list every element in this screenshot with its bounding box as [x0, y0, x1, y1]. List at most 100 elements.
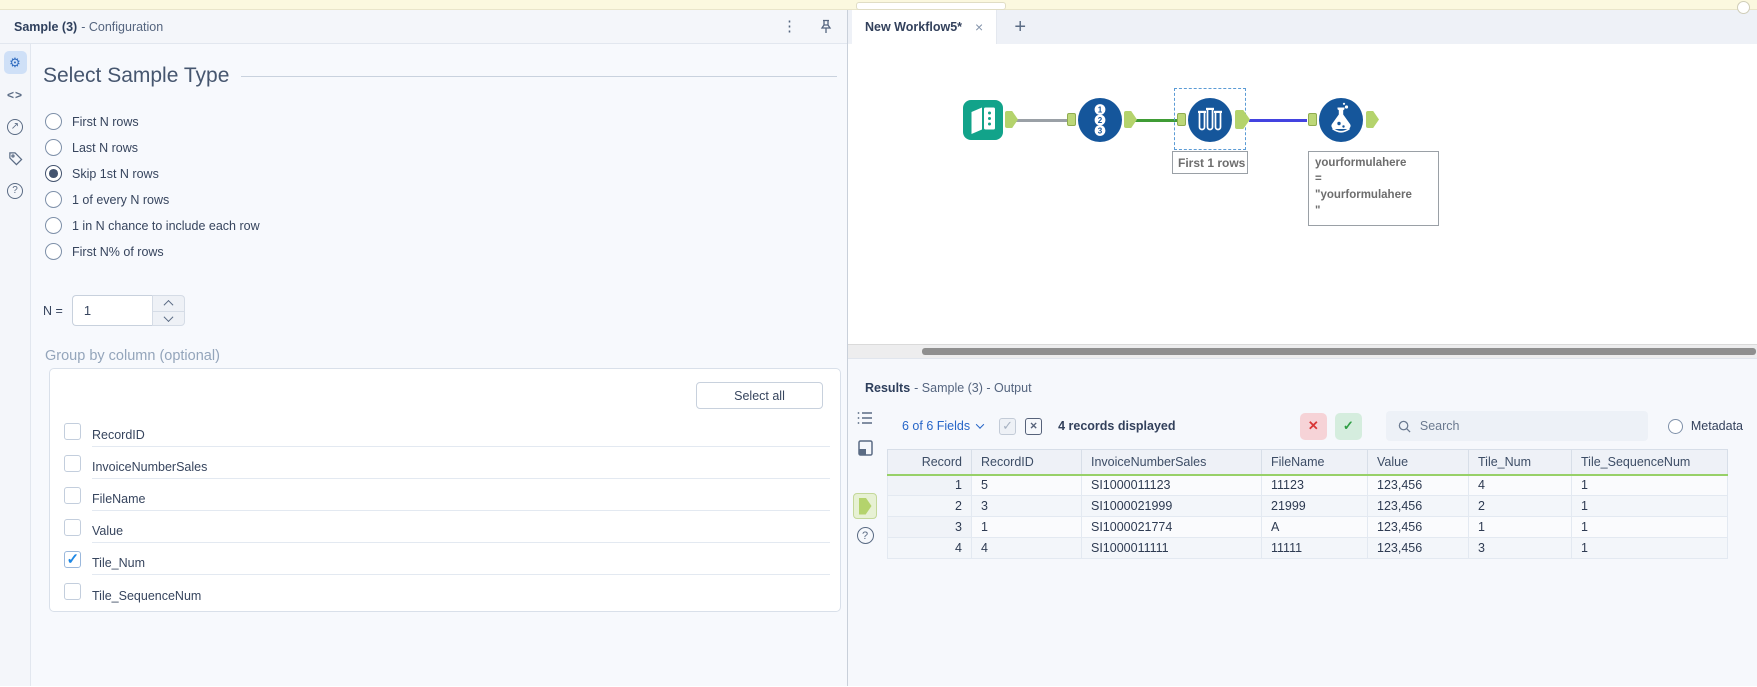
- new-tab-button[interactable]: +: [997, 10, 1043, 44]
- sample-input-anchor[interactable]: [1177, 113, 1186, 126]
- output-anchor-icon: [858, 497, 872, 515]
- column-option-tile-num[interactable]: Tile_Num: [64, 543, 830, 575]
- radio-skip-1st-n-rows[interactable]: Skip 1st N rows: [45, 165, 841, 182]
- ribbon-fragment-circle: [1737, 1, 1750, 14]
- table-view-icon[interactable]: [857, 411, 873, 430]
- results-panel: Results - Sample (3) - Output ? 6 of 6 F…: [848, 358, 1757, 686]
- results-icon-rail: ?: [848, 403, 882, 686]
- search-box: [1385, 411, 1648, 441]
- radio-1-of-every-n-rows[interactable]: 1 of every N rows: [45, 191, 841, 208]
- code-icon[interactable]: <>: [4, 83, 27, 106]
- scrollbar-thumb[interactable]: [922, 348, 1756, 355]
- sample-tool[interactable]: [1188, 98, 1232, 147]
- col-header-invoicenumbersales[interactable]: InvoiceNumberSales: [1081, 449, 1262, 476]
- group-by-label: Group by column (optional): [45, 348, 220, 364]
- metadata-radio[interactable]: Metadata: [1667, 418, 1743, 434]
- table-row[interactable]: 4 4 SI1000011111 11111 123,456 3 1: [887, 537, 1728, 559]
- cut-off-ribbon: [0, 0, 1757, 14]
- title-rule: [241, 75, 837, 77]
- results-table: Record RecordID InvoiceNumberSales FileN…: [887, 449, 1728, 559]
- results-title: Results: [865, 381, 911, 395]
- select-all-cells-icon[interactable]: [999, 417, 1017, 435]
- group-by-column-box: Select all RecordID InvoiceNumberSales F…: [49, 368, 841, 612]
- checkbox: [64, 486, 81, 504]
- radio-circle: [45, 139, 62, 156]
- radio-circle: [45, 217, 62, 234]
- column-option-invoicenumbersales[interactable]: InvoiceNumberSales: [64, 447, 830, 479]
- radio-circle: [45, 191, 62, 208]
- clear-selection-icon[interactable]: ✕: [1025, 417, 1043, 435]
- group-by-column-list: RecordID InvoiceNumberSales FileName Val…: [64, 415, 830, 607]
- tag-icon[interactable]: [4, 147, 27, 170]
- ribbon-fragment: [856, 2, 1006, 10]
- config-title: Sample (3): [14, 19, 78, 34]
- fields-dropdown[interactable]: 6 of 6 Fields: [902, 419, 985, 433]
- svg-text:3: 3: [1098, 126, 1103, 135]
- close-tab-icon[interactable]: ×: [975, 19, 983, 35]
- col-header-record[interactable]: Record: [887, 449, 972, 476]
- table-header-row: Record RecordID InvoiceNumberSales FileN…: [887, 449, 1728, 476]
- wire-recordid-to-sample: [1135, 119, 1177, 122]
- recordid-input-anchor[interactable]: [1067, 113, 1076, 126]
- radio-circle: [45, 113, 62, 130]
- input-output-anchor[interactable]: [1005, 111, 1018, 128]
- radio-first-n-rows[interactable]: First N rows: [45, 113, 841, 130]
- wire-input-to-recordid: [1014, 119, 1068, 122]
- table-row[interactable]: 3 1 SI1000021774 A 123,456 1 1: [887, 516, 1728, 538]
- checkbox-checked: [64, 550, 81, 568]
- radio-circle: [1667, 418, 1683, 434]
- stepper-up-button[interactable]: [151, 295, 185, 311]
- workflow-canvas[interactable]: 1 2 3 First 1 rows yourformulahere = "yo…: [848, 44, 1757, 344]
- configuration-panel-header: Sample (3) - Configuration ⋮: [0, 10, 847, 44]
- sample-annotation[interactable]: First 1 rows: [1172, 151, 1248, 174]
- column-option-recordid[interactable]: RecordID: [64, 415, 830, 447]
- col-header-filename[interactable]: FileName: [1261, 449, 1368, 476]
- n-value-input[interactable]: [71, 295, 152, 326]
- radio-circle: [45, 243, 62, 260]
- wire-sample-to-formula: [1249, 119, 1307, 122]
- search-icon: [1398, 420, 1411, 433]
- col-header-value[interactable]: Value: [1367, 449, 1469, 476]
- formula-input-anchor[interactable]: [1308, 113, 1317, 126]
- radio-last-n-rows[interactable]: Last N rows: [45, 139, 841, 156]
- config-content: Select Sample Type First N rows Last N r…: [31, 44, 851, 686]
- stepper-down-button[interactable]: [151, 310, 185, 326]
- checkbox: [64, 454, 81, 472]
- input-data-tool[interactable]: [963, 100, 1003, 145]
- gear-icon[interactable]: ⚙: [3, 51, 27, 74]
- overflow-menu-icon[interactable]: ⋮: [782, 19, 797, 34]
- radio-1-in-n-chance[interactable]: 1 in N chance to include each row: [45, 217, 841, 234]
- svg-text:2: 2: [1098, 116, 1103, 125]
- radio-first-n-percent[interactable]: First N% of rows: [45, 243, 841, 260]
- formula-output-anchor[interactable]: [1366, 111, 1379, 128]
- results-panel-header: Results - Sample (3) - Output: [848, 359, 1757, 403]
- dock-panel-icon[interactable]: [857, 440, 873, 461]
- output-anchor-selector[interactable]: [853, 493, 877, 519]
- table-row[interactable]: 1 5 SI1000011123 11123 123,456 4 1: [887, 474, 1728, 496]
- column-option-tile-sequencenum[interactable]: Tile_SequenceNum: [64, 575, 830, 607]
- help-icon[interactable]: ?: [4, 179, 27, 202]
- sample-output-anchor[interactable]: [1235, 110, 1250, 129]
- select-all-button[interactable]: Select all: [696, 382, 823, 409]
- formula-annotation[interactable]: yourformulahere = "yourformulahere ": [1308, 151, 1439, 226]
- formula-tool[interactable]: [1319, 98, 1363, 147]
- column-option-filename[interactable]: FileName: [64, 479, 830, 511]
- col-header-tile-num[interactable]: Tile_Num: [1468, 449, 1572, 476]
- col-header-tile-sequencenum[interactable]: Tile_SequenceNum: [1571, 449, 1728, 476]
- accept-button[interactable]: ✓: [1334, 412, 1362, 440]
- results-help-icon[interactable]: ?: [856, 527, 874, 544]
- table-row[interactable]: 2 3 SI1000021999 21999 123,456 2 1: [887, 495, 1728, 517]
- recordid-output-anchor[interactable]: [1124, 111, 1137, 128]
- canvas-horizontal-scrollbar[interactable]: [848, 344, 1757, 358]
- svg-text:1: 1: [1098, 105, 1103, 114]
- reject-button[interactable]: ✕: [1299, 412, 1327, 440]
- pin-icon[interactable]: [819, 19, 833, 34]
- record-id-tool[interactable]: 1 2 3: [1078, 98, 1122, 147]
- chevron-down-icon: [975, 420, 985, 429]
- n-stepper: [151, 295, 185, 326]
- column-option-value[interactable]: Value: [64, 511, 830, 543]
- tab-new-workflow5[interactable]: New Workflow5* ×: [852, 10, 998, 44]
- search-input[interactable]: [1419, 419, 1636, 433]
- open-in-new-icon[interactable]: ↗: [4, 115, 27, 138]
- col-header-recordid[interactable]: RecordID: [971, 449, 1082, 476]
